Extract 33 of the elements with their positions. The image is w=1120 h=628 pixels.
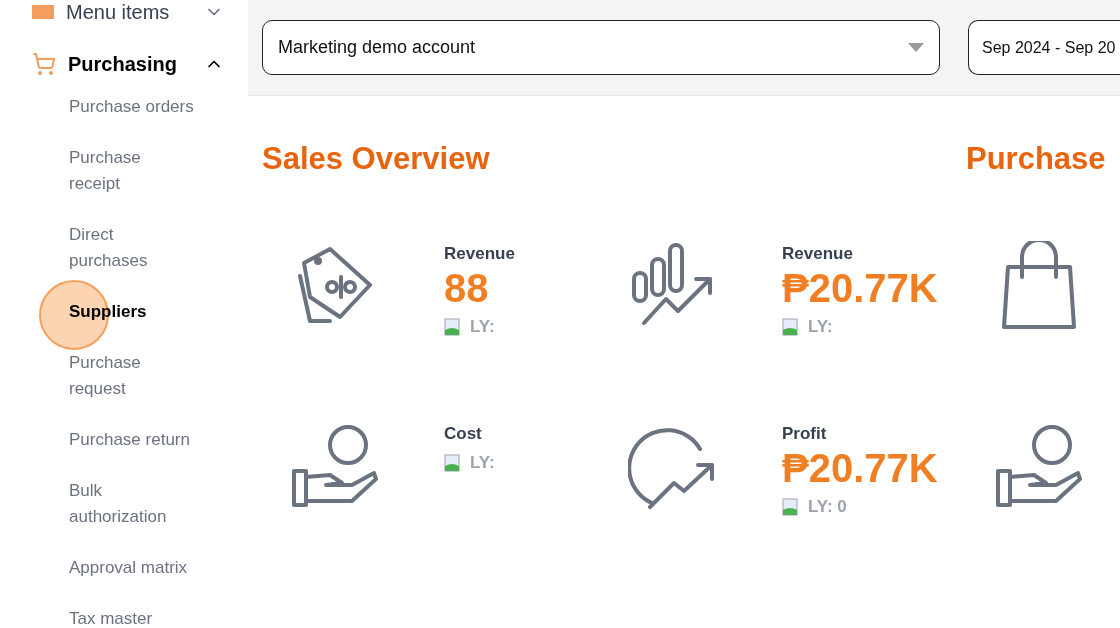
last-year-value: LY: 0 [808,496,847,518]
menu-item[interactable]: Purchase return [69,427,194,453]
metric-label: Cost [444,422,483,445]
menu-item[interactable]: Purchase orders [69,94,194,120]
last-year-value: LY: [470,316,495,338]
section-title: Sales Overview [262,140,491,178]
metric-value: 88 [444,266,490,310]
date-range-field[interactable]: Sep 2024 - Sep 20 [968,20,1120,75]
account-select[interactable]: Marketing demo account [262,20,940,75]
menu-group[interactable]: Purchasing [32,38,224,90]
broken-image-icon [444,453,462,472]
broken-image-icon [782,317,800,336]
cart-icon [32,52,56,76]
menu-item[interactable]: Tax master [69,606,194,628]
metric-value: ₱20.77K [782,446,938,490]
menu-item[interactable]: Suppliers [69,299,194,325]
menu-item[interactable]: Purchase receipt [69,145,194,197]
last-year-value: LY: [470,452,495,474]
dropdown-caret-icon [908,43,924,52]
metric-label: Profit [782,422,828,445]
menu-group[interactable]: Menu items [32,0,224,38]
menu-item[interactable]: Direct purchases [69,222,194,274]
metric-value: ₱20.77K [782,266,938,310]
menu-icon [32,5,54,19]
menu-item[interactable]: Bulk authorization [69,478,194,530]
menu-item[interactable]: Purchase request [69,350,194,402]
menu-item[interactable]: Approval matrix [69,555,194,581]
metric-label: Revenue [782,242,854,265]
metric-label: Revenue [444,242,515,265]
section-title: Purchase [966,140,1107,178]
broken-image-icon [444,317,462,336]
last-year-value: LY: [808,316,833,338]
broken-image-icon [782,497,800,516]
